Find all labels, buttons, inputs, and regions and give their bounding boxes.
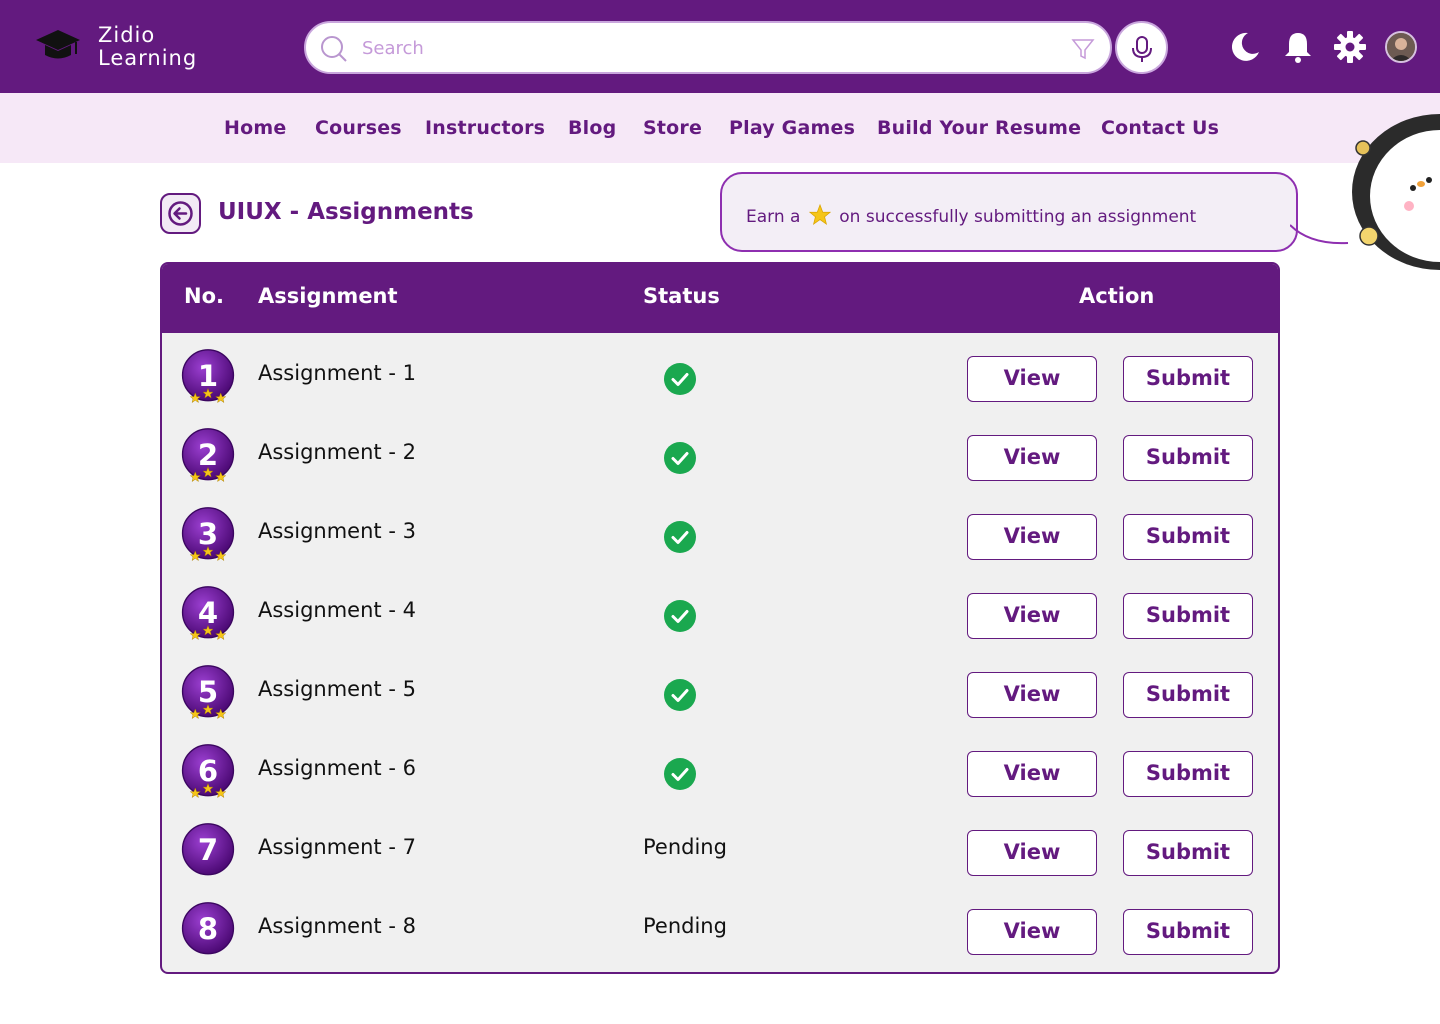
logo-line-1: Zidio: [98, 23, 156, 47]
check-circle-icon: [664, 442, 696, 474]
assignment-number-badge-icon: 2: [181, 428, 235, 483]
nav-contact-us[interactable]: Contact Us: [1101, 117, 1219, 139]
nav-instructors[interactable]: Instructors: [425, 117, 545, 139]
table-row: 8 Assignment - 8 Pending View Submit: [162, 889, 1278, 968]
user-avatar[interactable]: [1385, 31, 1417, 63]
submit-button[interactable]: Submit: [1123, 751, 1253, 797]
view-button[interactable]: View: [967, 356, 1097, 402]
submit-button[interactable]: Submit: [1123, 514, 1253, 560]
header-action: Action: [1079, 284, 1155, 308]
notification-bell-icon[interactable]: [1281, 30, 1315, 64]
assignments-table: No. Assignment Status Action 1 Assignmen…: [160, 262, 1280, 974]
check-circle-icon: [664, 521, 696, 553]
status-pending: Pending: [643, 835, 727, 859]
assignment-name: Assignment - 1: [258, 361, 416, 385]
table-row: 4 Assignment - 4 View Submit: [162, 573, 1278, 652]
penguin-mascot-icon: [1352, 114, 1440, 270]
submit-button[interactable]: Submit: [1123, 909, 1253, 955]
table-row: 1 Assignment - 1 View Submit: [162, 336, 1278, 415]
nav-store[interactable]: Store: [643, 117, 702, 139]
header-no: No.: [184, 284, 224, 308]
top-bar: Zidio Learning: [0, 0, 1440, 93]
arrow-left-icon: [168, 201, 193, 226]
search-bar: [304, 21, 1112, 74]
bubble-tail: [1290, 224, 1349, 245]
status-pending: Pending: [643, 914, 727, 938]
nav-blog[interactable]: Blog: [568, 117, 616, 139]
check-circle-icon: [664, 679, 696, 711]
search-icon: [321, 36, 347, 62]
submit-button[interactable]: Submit: [1123, 593, 1253, 639]
reward-text-before: Earn a: [746, 207, 801, 227]
assignment-name: Assignment - 7: [258, 835, 416, 859]
graduation-cap-icon: [36, 30, 80, 59]
table-row: 7 Assignment - 7 Pending View Submit: [162, 810, 1278, 889]
submit-button[interactable]: Submit: [1123, 356, 1253, 402]
view-button[interactable]: View: [967, 435, 1097, 481]
table-row: 2 Assignment - 2 View Submit: [162, 415, 1278, 494]
nav-play-games[interactable]: Play Games: [729, 117, 855, 139]
view-button[interactable]: View: [967, 751, 1097, 797]
header-assignment: Assignment: [258, 284, 398, 308]
search-input[interactable]: [362, 33, 1052, 63]
assignment-number-badge-icon: 1: [181, 349, 235, 404]
assignment-name: Assignment - 5: [258, 677, 416, 701]
microphone-icon: [1132, 36, 1152, 62]
reward-text-after: on successfully submitting an assignment: [839, 207, 1197, 227]
assignment-number-badge-icon: 5: [181, 665, 235, 720]
check-circle-icon: [664, 758, 696, 790]
page-title: UIUX - Assignments: [218, 199, 474, 225]
assignment-number-badge-icon: 6: [181, 744, 235, 799]
assignment-name: Assignment - 8: [258, 914, 416, 938]
view-button[interactable]: View: [967, 514, 1097, 560]
assignment-number-badge-icon: 4: [181, 586, 235, 641]
check-circle-icon: [664, 600, 696, 632]
assignment-number-badge-icon: 3: [181, 507, 235, 562]
settings-gear-icon[interactable]: [1333, 30, 1367, 64]
assignment-number-badge-icon: 8: [181, 902, 235, 955]
badge-number: 8: [198, 912, 218, 946]
view-button[interactable]: View: [967, 909, 1097, 955]
submit-button[interactable]: Submit: [1123, 672, 1253, 718]
view-button[interactable]: View: [967, 830, 1097, 876]
dark-mode-moon-icon[interactable]: [1228, 30, 1262, 64]
user-photo-icon: [1387, 33, 1415, 61]
header-status: Status: [643, 284, 720, 308]
assignment-number-badge-icon: 7: [181, 823, 235, 876]
table-row: 5 Assignment - 5 View Submit: [162, 652, 1278, 731]
filter-icon[interactable]: [1071, 37, 1095, 61]
reward-info-text: Earn a on successfully submitting an ass…: [746, 203, 1197, 227]
main-nav: Home Courses Instructors Blog Store Play…: [0, 93, 1440, 163]
submit-button[interactable]: Submit: [1123, 830, 1253, 876]
nav-courses[interactable]: Courses: [315, 117, 402, 139]
reward-info-banner: Earn a on successfully submitting an ass…: [720, 172, 1298, 252]
nav-build-resume[interactable]: Build Your Resume: [877, 117, 1081, 139]
assignment-name: Assignment - 2: [258, 440, 416, 464]
voice-search-button[interactable]: [1115, 21, 1168, 74]
table-row: 3 Assignment - 3 View Submit: [162, 494, 1278, 573]
back-button[interactable]: [160, 193, 201, 234]
assignment-name: Assignment - 3: [258, 519, 416, 543]
assignment-name: Assignment - 4: [258, 598, 416, 622]
nav-home[interactable]: Home: [224, 117, 286, 139]
table-header: No. Assignment Status Action: [162, 264, 1278, 333]
view-button[interactable]: View: [967, 672, 1097, 718]
assignment-name: Assignment - 6: [258, 756, 416, 780]
check-circle-icon: [664, 363, 696, 395]
app-logo[interactable]: Zidio Learning: [98, 24, 197, 70]
logo-line-2: Learning: [98, 46, 198, 70]
star-icon: [808, 203, 831, 226]
view-button[interactable]: View: [967, 593, 1097, 639]
table-row: 6 Assignment - 6 View Submit: [162, 731, 1278, 810]
submit-button[interactable]: Submit: [1123, 435, 1253, 481]
badge-number: 7: [198, 833, 218, 867]
